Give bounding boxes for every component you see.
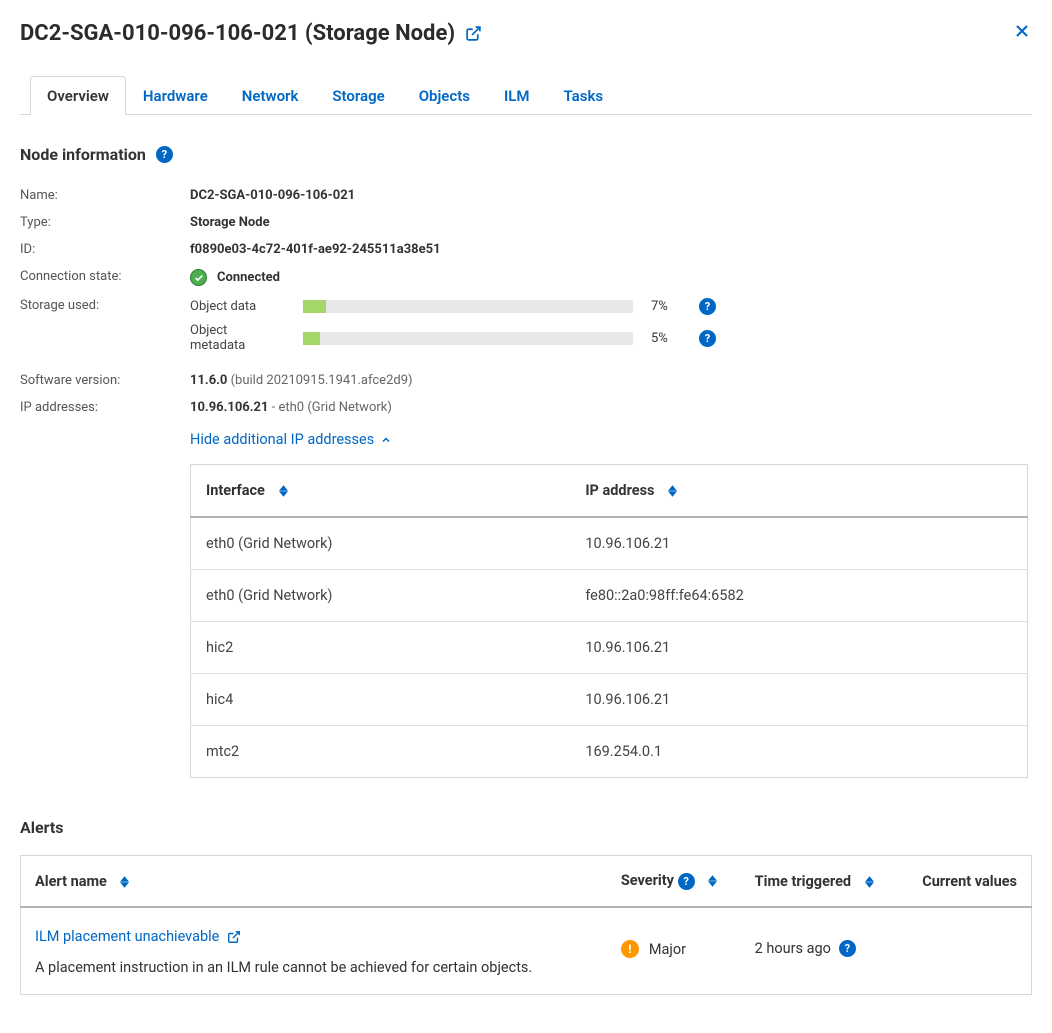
sort-icon: [120, 876, 129, 888]
col-interface[interactable]: Interface: [191, 465, 571, 518]
cell-ip: 10.96.106.21: [570, 674, 1027, 726]
alerts-heading: Alerts: [20, 818, 1032, 837]
storage-used-label: Storage used:: [20, 298, 190, 313]
type-label: Type:: [20, 215, 190, 230]
version-value: 11.6.0: [190, 373, 227, 388]
chevron-up-icon: [380, 434, 392, 446]
conn-text: Connected: [217, 270, 280, 285]
col-ip[interactable]: IP address: [570, 465, 1027, 518]
object-meta-pct: 5%: [651, 331, 681, 346]
tab-overview[interactable]: Overview: [30, 76, 126, 115]
alert-desc: A placement instruction in an ILM rule c…: [35, 959, 593, 976]
type-value: Storage Node: [190, 215, 270, 230]
table-row: eth0 (Grid Network)fe80::2a0:98ff:fe64:6…: [191, 570, 1028, 622]
cell-ip: 10.96.106.21: [570, 622, 1027, 674]
tab-objects[interactable]: Objects: [402, 76, 487, 115]
col-values: Current values: [899, 856, 1032, 908]
sort-icon: [865, 876, 874, 888]
page-title: DC2-SGA-010-096-106-021 (Storage Node): [20, 21, 482, 46]
help-icon[interactable]: ?: [699, 298, 716, 315]
sort-icon: [279, 485, 288, 497]
toggle-text: Hide additional IP addresses: [190, 431, 374, 448]
cell-interface: hic4: [191, 674, 571, 726]
tab-hardware[interactable]: Hardware: [126, 76, 225, 115]
time-triggered: 2 hours ago ?: [755, 940, 885, 957]
alert-row: ILM placement unachievable A placement i…: [21, 907, 1032, 995]
id-value: f0890e03-4c72-401f-ae92-245511a38e51: [190, 242, 441, 257]
object-meta-label: Object metadata: [190, 323, 285, 353]
node-info-heading: Node information ?: [20, 145, 1032, 164]
sort-icon: [708, 875, 717, 887]
help-icon[interactable]: ?: [699, 330, 716, 347]
help-icon[interactable]: ?: [839, 940, 856, 957]
hide-ip-toggle[interactable]: Hide additional IP addresses: [190, 421, 392, 448]
cell-ip: fe80::2a0:98ff:fe64:6582: [570, 570, 1027, 622]
object-data-pct: 7%: [651, 299, 681, 314]
cell-interface: mtc2: [191, 726, 571, 778]
external-link-icon[interactable]: [465, 25, 482, 42]
ip-detail: - eth0 (Grid Network): [268, 400, 391, 415]
help-icon[interactable]: ?: [156, 146, 173, 163]
id-label: ID:: [20, 242, 190, 257]
ip-label: IP addresses:: [20, 400, 190, 415]
object-data-label: Object data: [190, 299, 285, 314]
external-link-icon: [227, 930, 241, 944]
table-row: mtc2169.254.0.1: [191, 726, 1028, 778]
check-circle-icon: [190, 269, 207, 286]
cell-ip: 169.254.0.1: [570, 726, 1027, 778]
object-meta-progress: [303, 332, 633, 345]
cell-ip: 10.96.106.21: [570, 517, 1027, 570]
col-alert-name[interactable]: Alert name: [21, 856, 607, 908]
col-severity[interactable]: Severity ?: [607, 856, 741, 908]
tab-tasks[interactable]: Tasks: [547, 76, 621, 115]
tab-storage[interactable]: Storage: [315, 76, 401, 115]
ip-table: Interface IP address eth0 (Grid Network)…: [190, 464, 1028, 778]
conn-value: Connected: [190, 269, 280, 286]
table-row: hic210.96.106.21: [191, 622, 1028, 674]
node-info-text: Node information: [20, 145, 146, 164]
name-label: Name:: [20, 188, 190, 203]
cell-interface: hic2: [191, 622, 571, 674]
tab-network[interactable]: Network: [225, 76, 316, 115]
cell-interface: eth0 (Grid Network): [191, 517, 571, 570]
ip-value: 10.96.106.21: [190, 400, 268, 415]
tabs: Overview Hardware Network Storage Object…: [20, 76, 1032, 115]
alert-link[interactable]: ILM placement unachievable: [35, 928, 241, 945]
name-value: DC2-SGA-010-096-106-021: [190, 188, 355, 203]
version-label: Software version:: [20, 373, 190, 388]
table-row: eth0 (Grid Network)10.96.106.21: [191, 517, 1028, 570]
sort-icon: [668, 485, 677, 497]
severity: !Major: [621, 940, 727, 958]
object-data-progress: [303, 300, 633, 313]
conn-label: Connection state:: [20, 269, 190, 284]
tab-ilm[interactable]: ILM: [487, 76, 547, 115]
warning-icon: !: [621, 940, 639, 958]
table-row: hic410.96.106.21: [191, 674, 1028, 726]
alerts-table: Alert name Severity ? Time triggered Cur…: [20, 855, 1032, 995]
version-detail: (build 20210915.1941.afce2d9): [231, 373, 413, 388]
title-text: DC2-SGA-010-096-106-021 (Storage Node): [20, 21, 455, 46]
col-time[interactable]: Time triggered: [741, 856, 899, 908]
close-icon[interactable]: [1012, 18, 1032, 48]
cell-interface: eth0 (Grid Network): [191, 570, 571, 622]
help-icon[interactable]: ?: [678, 873, 695, 890]
